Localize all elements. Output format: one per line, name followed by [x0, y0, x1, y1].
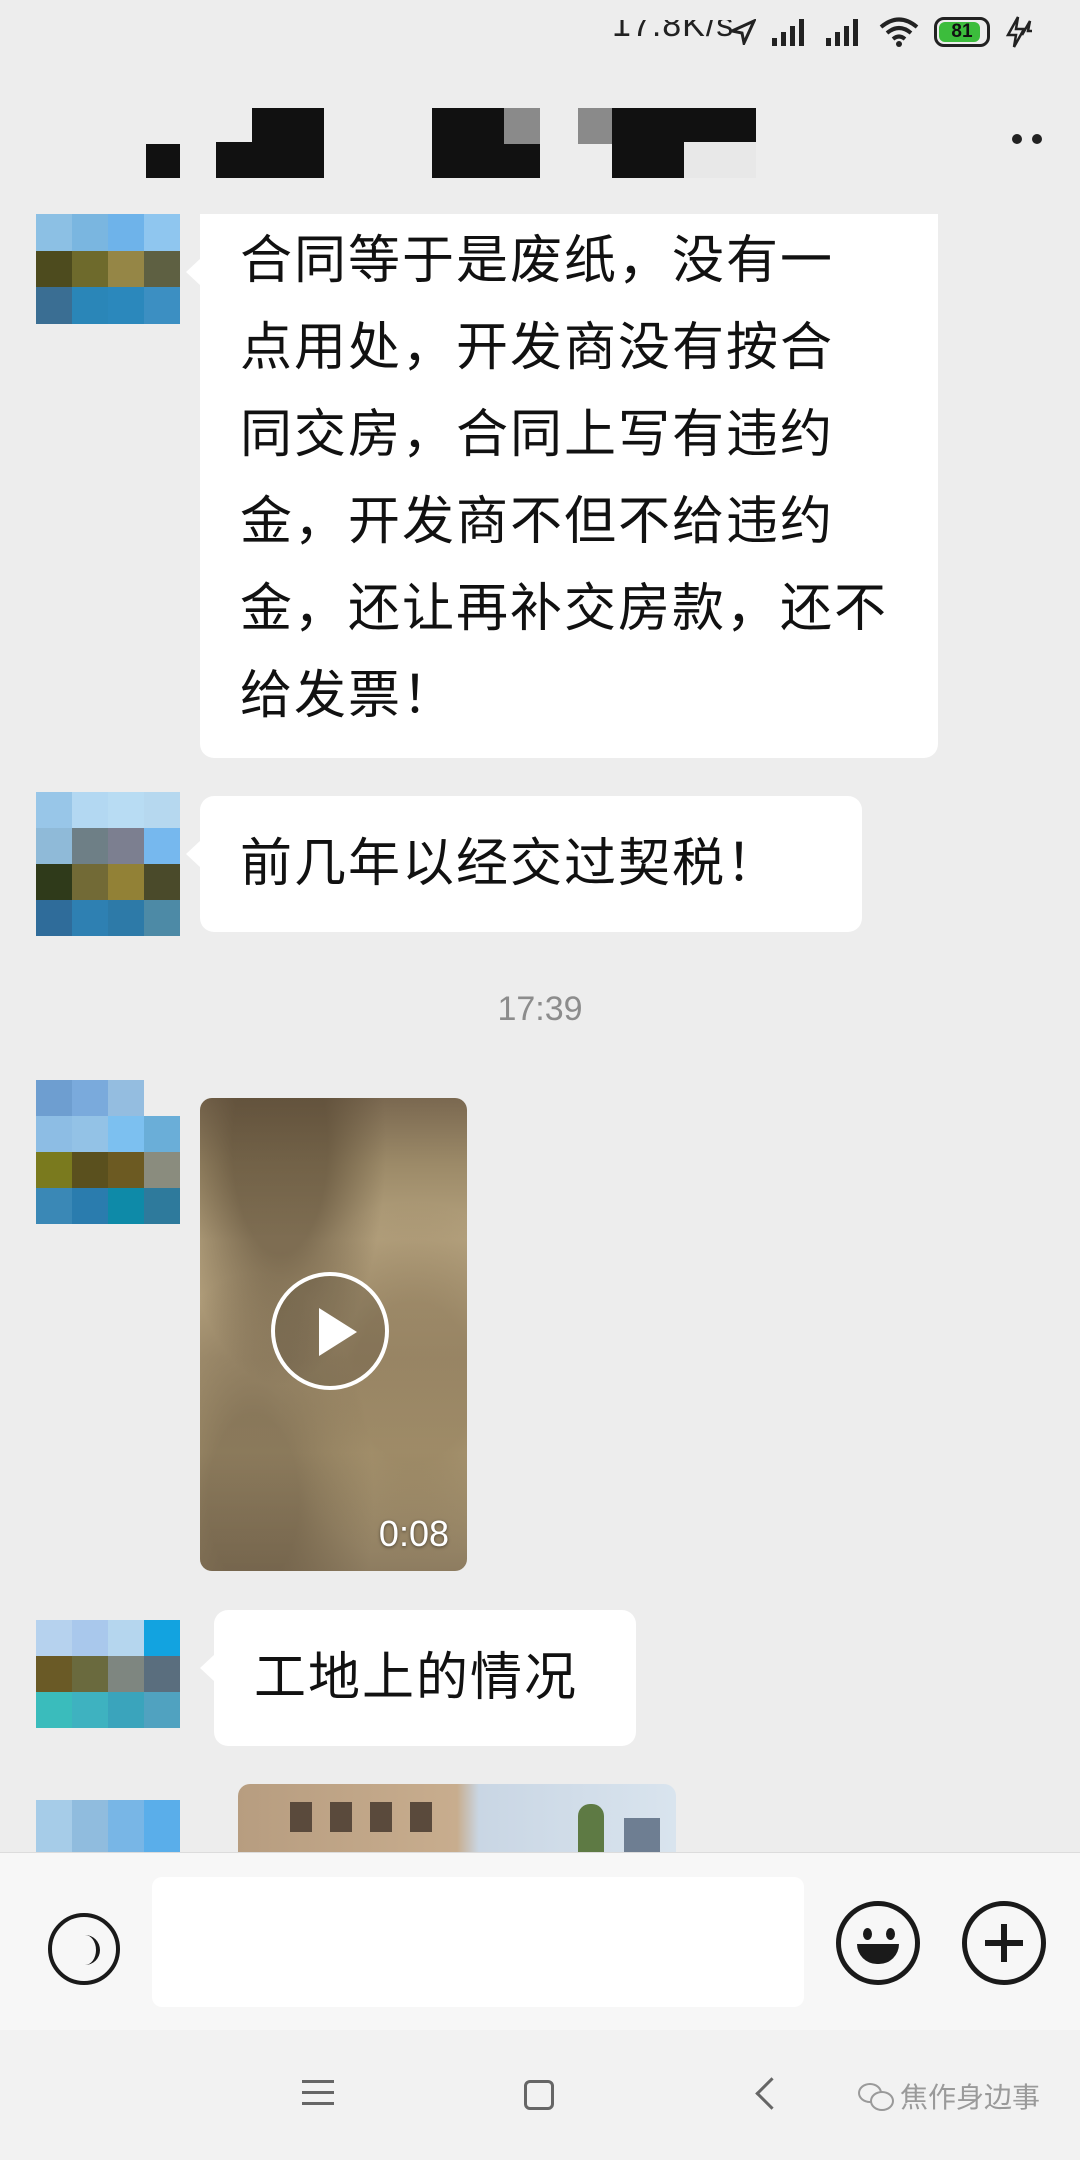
video-message[interactable]: 0:08: [200, 1098, 467, 1571]
wechat-logo-icon: [858, 2081, 894, 2111]
message-bubble[interactable]: 前几年以经交过契税！: [186, 796, 862, 932]
avatar[interactable]: [36, 214, 180, 324]
image-message[interactable]: [238, 1784, 676, 1854]
more-options-icon[interactable]: [1012, 134, 1042, 144]
watermark-text: 焦作身边事: [900, 2081, 1041, 2114]
signal-icon: [772, 19, 804, 46]
chat-timestamp: 17:39: [497, 990, 583, 1028]
message-text: 前几年以经交过契税！: [240, 834, 781, 894]
home-icon[interactable]: [524, 2080, 554, 2110]
watermark: 焦作身边事: [858, 2076, 1040, 2116]
battery-level: 81: [951, 21, 973, 42]
network-speed: 17.8K/s: [612, 6, 735, 44]
location-arrow-icon: [730, 19, 756, 45]
status-icons: 81: [730, 12, 1034, 52]
more-actions-plus-icon[interactable]: [962, 1901, 1046, 1985]
signal-icon-2: [826, 19, 858, 46]
wifi-icon: [879, 17, 919, 47]
message-bubble[interactable]: 工地上的情况: [200, 1610, 636, 1746]
battery-icon: 81: [934, 17, 990, 47]
menu-icon[interactable]: [302, 2080, 334, 2113]
avatar[interactable]: [36, 792, 180, 936]
avatar[interactable]: [36, 1080, 180, 1224]
status-bar: 17.8K/s 81: [0, 0, 1080, 64]
system-navigation-bar: 焦作身边事: [0, 2030, 1080, 2160]
back-icon[interactable]: [755, 2077, 788, 2110]
voice-input-icon[interactable]: [48, 1913, 120, 1985]
message-text: 工地上的情况: [254, 1648, 579, 1708]
chat-input-bar: [0, 1852, 1080, 2031]
play-icon[interactable]: [271, 1272, 389, 1390]
message-input[interactable]: [152, 1877, 804, 2007]
message-bubble[interactable]: 合同等于是废纸，没有一 点用处，开发商没有按合 同交房，合同上写有违约 金，开发…: [186, 214, 938, 758]
message-text: 合同等于是废纸，没有一 点用处，开发商没有按合 同交房，合同上写有违约 金，开发…: [240, 231, 889, 726]
avatar[interactable]: [36, 1620, 180, 1728]
emoji-icon[interactable]: [836, 1901, 920, 1985]
chat-title-bar: [0, 64, 1080, 214]
video-duration: 0:08: [378, 1513, 449, 1554]
charging-icon: [1005, 16, 1032, 48]
avatar[interactable]: [36, 1800, 180, 1852]
